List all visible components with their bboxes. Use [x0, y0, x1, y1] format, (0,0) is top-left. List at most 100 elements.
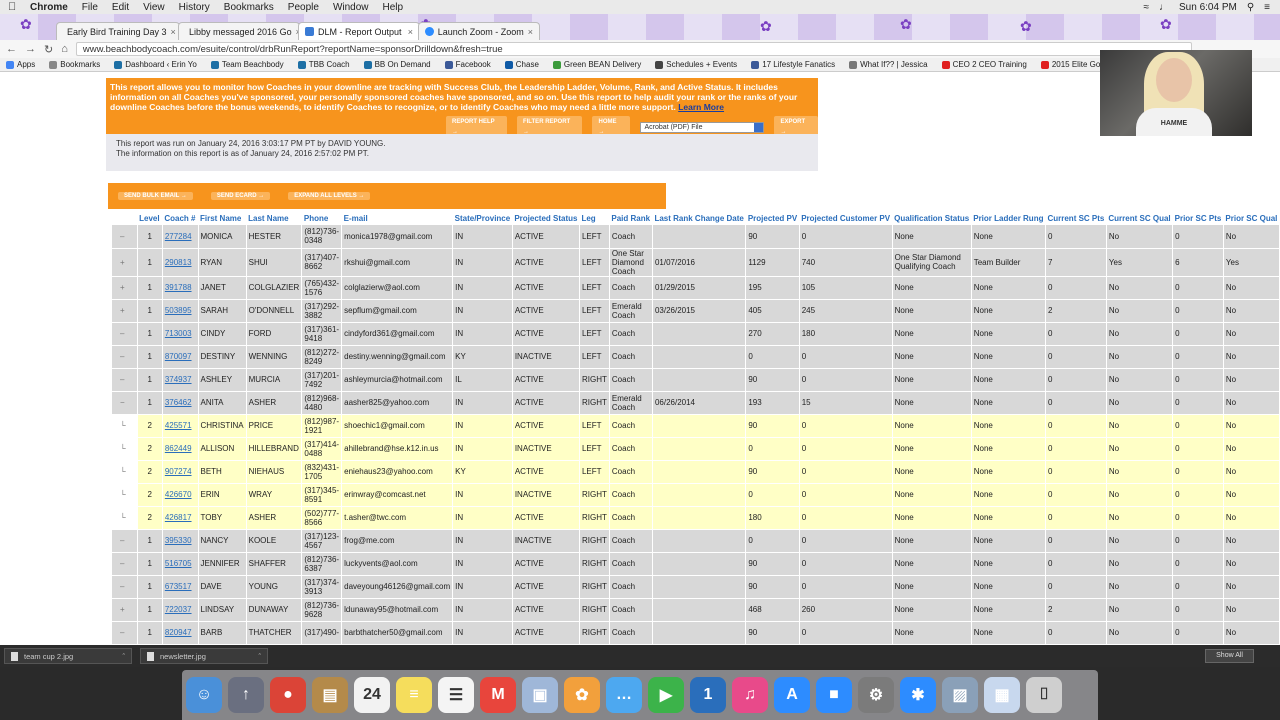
expand-toggle[interactable]: └ [112, 460, 138, 484]
bookmark-ceo-training[interactable]: CEO 2 CEO Training [941, 60, 1027, 69]
coach-number-link[interactable]: 290813 [162, 248, 199, 277]
expand-toggle[interactable]: └ [112, 414, 138, 438]
apple-menu-icon[interactable]:  [8, 1, 18, 13]
home-icon[interactable]: ⌂ [61, 43, 68, 55]
expand-toggle[interactable]: + [112, 248, 138, 277]
expand-toggle[interactable]: – [112, 529, 138, 553]
export-format-select[interactable]: Acrobat (PDF) File [639, 121, 765, 133]
coach-number-link[interactable]: 426817 [162, 506, 199, 530]
chevron-up-icon[interactable]: ˆ [123, 652, 126, 661]
expand-toggle[interactable]: └ [112, 437, 138, 461]
itunes-icon[interactable]: ♫ [732, 677, 768, 713]
column-header[interactable]: Last Rank Change Date [652, 212, 745, 225]
coach-number-link[interactable]: 516705 [162, 552, 199, 576]
coach-number-link[interactable]: 713003 [162, 322, 199, 346]
menu-history[interactable]: History [179, 2, 210, 13]
coach-link[interactable]: 391788 [165, 283, 192, 292]
calendar-icon[interactable]: 24 [354, 677, 390, 713]
trash-icon[interactable]: ⌷ [1026, 677, 1062, 713]
download-item[interactable]: newsletter.jpg ˆ [140, 648, 268, 664]
close-icon[interactable]: × [171, 27, 176, 37]
expand-toggle[interactable]: – [112, 368, 138, 392]
bookmark-tbb-coach[interactable]: TBB Coach [297, 60, 350, 69]
expand-toggle[interactable]: + [112, 276, 138, 300]
expand-all-levels-button[interactable]: EXPAND ALL LEVELS → [288, 192, 371, 200]
column-header[interactable]: Current SC Qual [1106, 212, 1172, 225]
tab-facebook[interactable]: Libby messaged 2016 Go × [178, 22, 300, 40]
menu-help[interactable]: Help [383, 2, 404, 13]
documents-icon[interactable]: ▦ [984, 677, 1020, 713]
learn-more-link[interactable]: Learn More [678, 102, 724, 112]
column-header[interactable]: E-mail [342, 212, 453, 225]
close-icon[interactable]: × [528, 27, 533, 37]
bookmark-chase[interactable]: Chase [504, 60, 539, 69]
coach-link[interactable]: 376462 [165, 398, 192, 407]
download-item[interactable]: team cup 2.jpg ˆ [4, 648, 132, 664]
send-bulk-email-button[interactable]: SEND BULK EMAIL → [118, 192, 193, 200]
column-header[interactable]: Paid Rank [609, 212, 652, 225]
coach-number-link[interactable]: 277284 [162, 225, 199, 249]
column-header[interactable]: Projected PV [746, 212, 799, 225]
menu-file[interactable]: File [82, 2, 98, 13]
expand-toggle[interactable]: – [112, 621, 138, 645]
wifi-icon[interactable]: ≈ [1144, 2, 1150, 13]
expand-toggle[interactable]: └ [112, 483, 138, 507]
coach-link[interactable]: 862449 [165, 444, 192, 453]
notes-icon[interactable]: ≡ [396, 677, 432, 713]
coach-number-link[interactable]: 426670 [162, 483, 199, 507]
menubar-clock[interactable]: Sun 6:04 PM [1179, 2, 1237, 13]
reload-icon[interactable]: ↻ [44, 43, 53, 56]
chrome-icon[interactable]: ● [270, 677, 306, 713]
column-header[interactable]: Projected Status [512, 212, 579, 225]
expand-toggle[interactable]: – [112, 552, 138, 576]
gmail-icon[interactable]: M [480, 677, 516, 713]
coach-number-link[interactable]: 862449 [162, 437, 199, 461]
1password-icon[interactable]: 1 [690, 677, 726, 713]
expand-toggle[interactable]: └ [112, 506, 138, 530]
menu-people[interactable]: People [288, 2, 319, 13]
column-header[interactable]: State/Province [453, 212, 513, 225]
coach-number-link[interactable]: 673517 [162, 575, 199, 599]
coach-number-link[interactable]: 391788 [162, 276, 199, 300]
menu-window[interactable]: Window [333, 2, 369, 13]
bookmark-green-bean[interactable]: Green BEAN Delivery [552, 60, 641, 69]
reminders-icon[interactable]: ☰ [438, 677, 474, 713]
expand-toggle[interactable]: – [112, 575, 138, 599]
back-icon[interactable]: ← [6, 43, 17, 55]
bookmark-folder[interactable]: Bookmarks [49, 60, 100, 69]
url-input[interactable]: www.beachbodycoach.com/esuite/control/dr… [75, 42, 1192, 56]
column-header[interactable]: Coach # [162, 212, 198, 225]
menu-view[interactable]: View [143, 2, 165, 13]
coach-link[interactable]: 395330 [165, 536, 192, 545]
tab-early-bird[interactable]: Early Bird Training Day 3 × [56, 22, 180, 40]
tab-zoom[interactable]: Launch Zoom - Zoom × [418, 22, 540, 40]
coach-number-link[interactable]: 907274 [162, 460, 199, 484]
preview-icon[interactable]: ▣ [522, 677, 558, 713]
messages-icon[interactable]: … [606, 677, 642, 713]
coach-link[interactable]: 374937 [165, 375, 192, 384]
menu-edit[interactable]: Edit [112, 2, 129, 13]
photos-icon[interactable]: ✿ [564, 677, 600, 713]
bookmark-team-beachbody[interactable]: Team Beachbody [210, 60, 284, 69]
launchpad-icon[interactable]: ↑ [228, 677, 264, 713]
close-icon[interactable]: × [408, 27, 413, 37]
column-header[interactable]: Prior SC Pts [1173, 212, 1224, 225]
app-menu[interactable]: Chrome [30, 2, 68, 13]
column-header[interactable]: Leg [579, 212, 609, 225]
coach-link[interactable]: 426817 [165, 513, 192, 522]
bookmark-dashboard[interactable]: Dashboard ‹ Erin Yo [114, 60, 197, 69]
expand-toggle[interactable]: – [112, 345, 138, 369]
volume-icon[interactable]: ♩ [1159, 2, 1169, 13]
column-header[interactable]: Prior Ladder Rung [971, 212, 1045, 225]
column-header[interactable]: Last Name [246, 212, 302, 225]
coach-link[interactable]: 290813 [165, 258, 192, 267]
list-icon[interactable]: ≡ [1264, 2, 1270, 13]
column-header[interactable]: Level [137, 212, 162, 225]
coach-number-link[interactable]: 503895 [162, 299, 199, 323]
coach-number-link[interactable]: 870097 [162, 345, 199, 369]
expand-toggle[interactable]: − [112, 391, 138, 415]
notebook-icon[interactable]: ▤ [312, 677, 348, 713]
coach-link[interactable]: 673517 [165, 582, 192, 591]
coach-link[interactable]: 277284 [165, 232, 192, 241]
coach-link[interactable]: 820947 [165, 628, 192, 637]
